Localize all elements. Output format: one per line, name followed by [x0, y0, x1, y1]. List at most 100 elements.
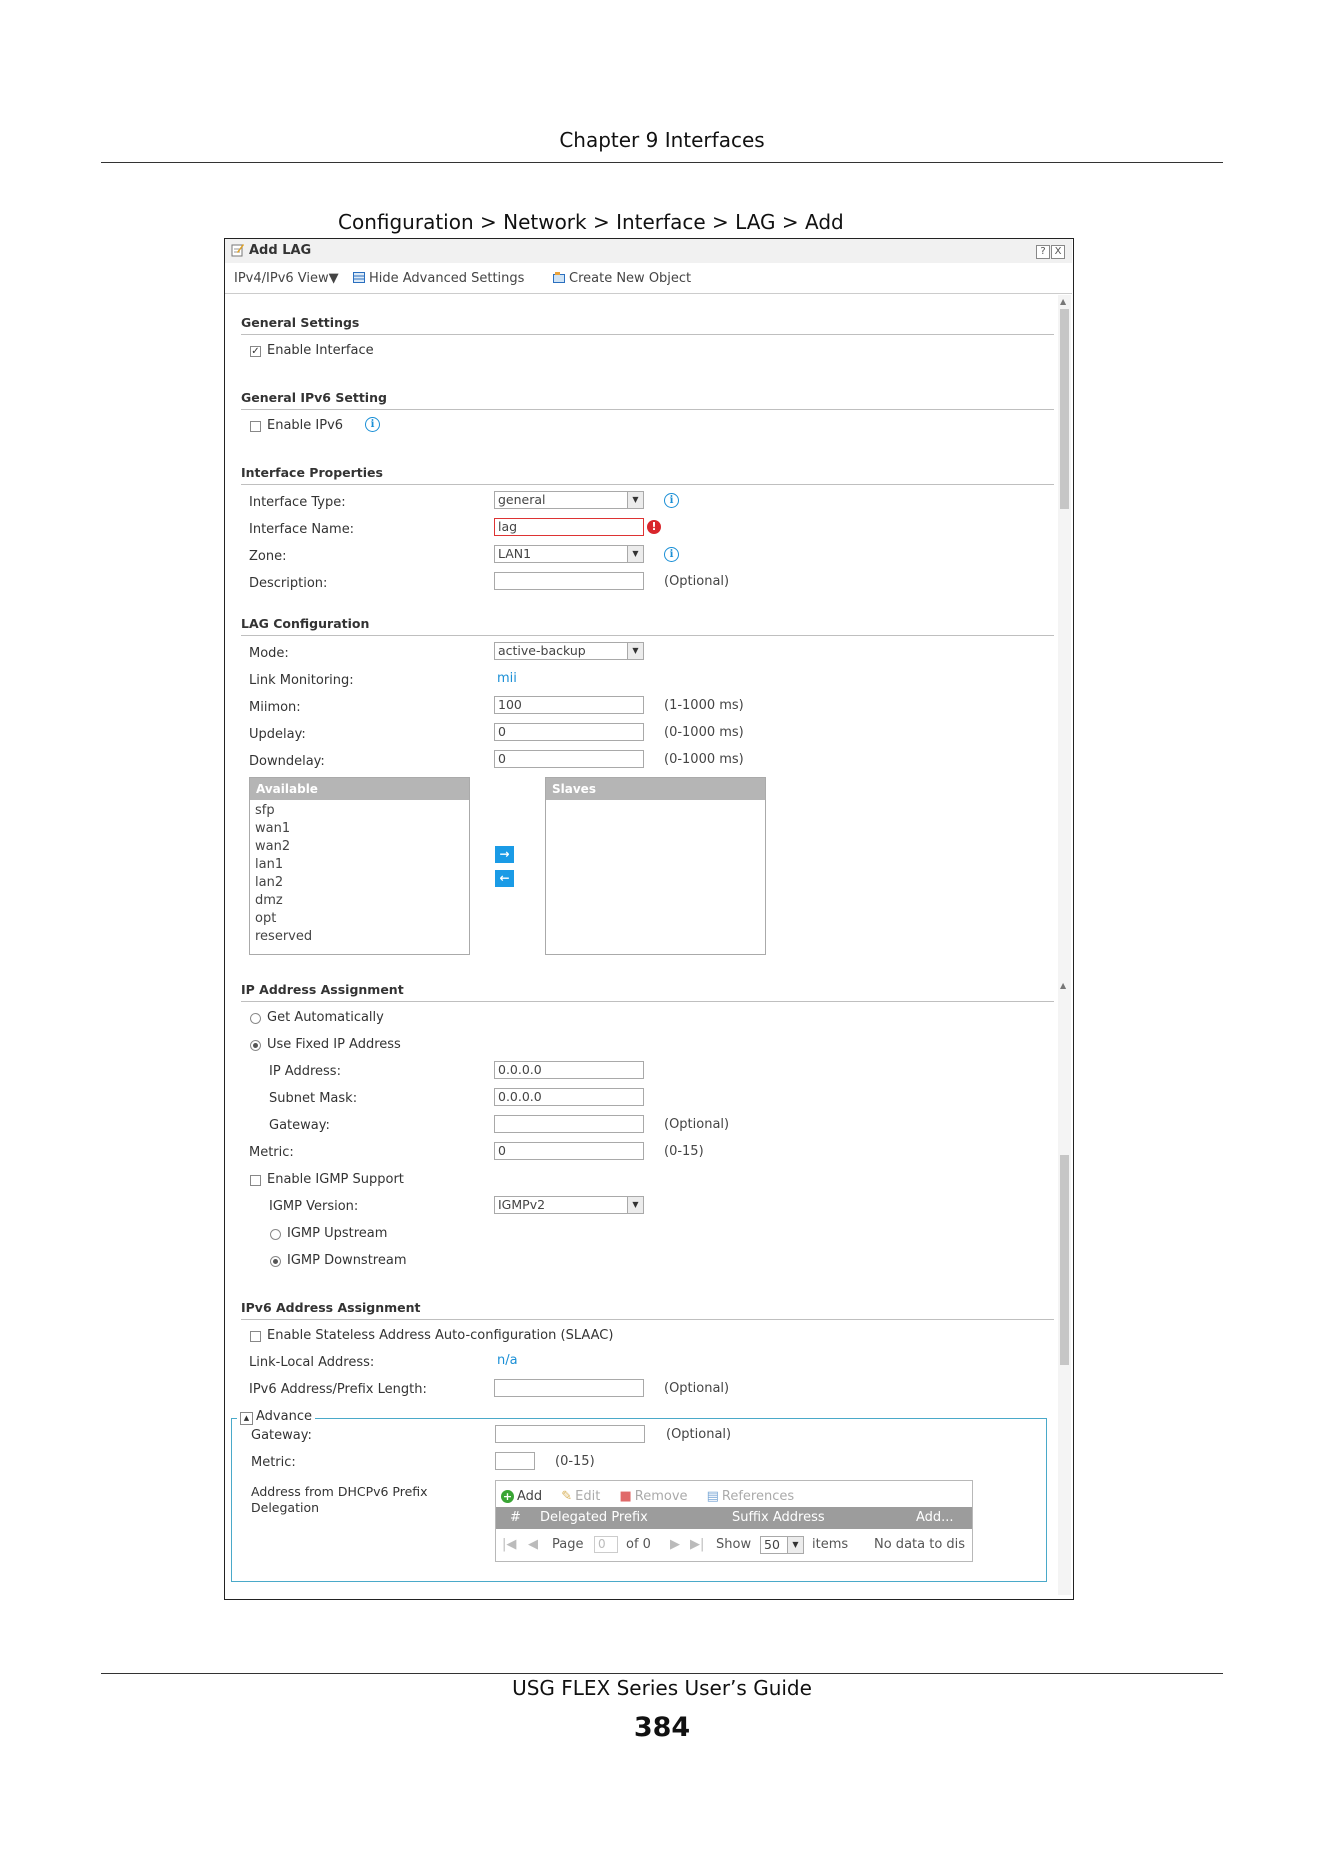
figure-caption: Configuration > Network > Interface > LA… — [338, 210, 844, 234]
page-size-value: 50 — [764, 1537, 780, 1552]
igmp-upstream-radio[interactable] — [270, 1229, 281, 1240]
view-menu[interactable]: IPv4/IPv6 View▼ — [234, 271, 339, 286]
get-automatically-radio[interactable] — [250, 1013, 261, 1024]
dialog-titlebar: Add LAG ? X — [225, 239, 1072, 263]
move-right-button[interactable]: → — [495, 846, 514, 863]
grid-references-button[interactable]: ▤ References — [707, 1489, 795, 1504]
advance-gateway-optional-note: (Optional) — [666, 1427, 732, 1442]
list-item[interactable]: lan2 — [255, 874, 312, 892]
slaves-list-header: Slaves — [546, 778, 765, 800]
section-divider — [241, 1001, 1054, 1002]
help-button[interactable]: ? — [1036, 245, 1050, 259]
info-icon[interactable]: i — [365, 417, 380, 432]
ipv6-prefix-optional-note: (Optional) — [664, 1381, 730, 1396]
scroll-thumb-bottom[interactable] — [1060, 1155, 1069, 1365]
interface-name-input[interactable]: lag — [494, 518, 644, 536]
mode-select[interactable]: active-backup ▼ — [494, 642, 644, 660]
grid-col-add[interactable]: Add... — [916, 1507, 954, 1529]
advance-metric-input[interactable] — [495, 1452, 535, 1470]
scroll-thumb-top[interactable] — [1060, 309, 1069, 509]
grid-remove-button[interactable]: ■ Remove — [619, 1489, 687, 1504]
close-button[interactable]: X — [1051, 245, 1065, 259]
igmp-version-value: IGMPv2 — [498, 1197, 546, 1212]
zone-select[interactable]: LAN1 ▼ — [494, 545, 644, 563]
slaves-list[interactable]: Slaves — [545, 777, 766, 955]
ipv6-prefix-input[interactable] — [494, 1379, 644, 1397]
subnet-mask-input[interactable]: 0.0.0.0 — [494, 1088, 644, 1106]
advance-gateway-label: Gateway: — [251, 1428, 312, 1443]
chapter-header: Chapter 9 Interfaces — [559, 128, 765, 152]
grid-edit-button[interactable]: ✎ Edit — [561, 1489, 600, 1504]
downdelay-range: (0-1000 ms) — [664, 752, 744, 767]
list-item[interactable]: opt — [255, 910, 312, 928]
header-rule — [101, 162, 1223, 163]
subnet-mask-label: Subnet Mask: — [269, 1091, 358, 1106]
list-item[interactable]: sfp — [255, 802, 312, 820]
general-ipv6-heading: General IPv6 Setting — [241, 390, 387, 405]
igmp-version-select[interactable]: IGMPv2 ▼ — [494, 1196, 644, 1214]
grid-edit-label: Edit — [575, 1489, 601, 1504]
gateway-label: Gateway: — [269, 1118, 330, 1133]
scroll-split-arrow[interactable]: ▲ — [1060, 981, 1066, 990]
advance-legend[interactable]: ▲ Advance — [237, 1409, 315, 1425]
enable-interface-checkbox[interactable]: ✓ — [250, 346, 261, 357]
enable-ipv6-checkbox[interactable] — [250, 421, 261, 432]
use-fixed-ip-radio[interactable] — [250, 1040, 261, 1051]
ip-assignment-heading: IP Address Assignment — [241, 982, 404, 997]
updelay-input[interactable]: 0 — [494, 723, 644, 741]
zone-label: Zone: — [249, 549, 287, 564]
interface-type-value: general — [498, 492, 546, 507]
grid-add-button[interactable]: + Add — [501, 1489, 542, 1504]
grid-toolbar: + Add ✎ Edit ■ Remove ▤ References — [501, 1485, 795, 1504]
description-input[interactable] — [494, 572, 644, 590]
page-input[interactable]: 0 — [594, 1536, 618, 1553]
last-page-icon[interactable]: ▶| — [690, 1537, 704, 1552]
hide-advanced-button[interactable]: Hide Advanced Settings — [353, 271, 524, 286]
move-left-button[interactable]: ← — [495, 870, 514, 887]
grid-col-number[interactable]: # — [510, 1507, 521, 1529]
interface-type-select[interactable]: general ▼ — [494, 491, 644, 509]
prev-page-icon[interactable]: ◀ — [528, 1537, 538, 1552]
miimon-input[interactable]: 100 — [494, 696, 644, 714]
dhcp-prefix-label-2: Delegation — [251, 1500, 320, 1515]
page-size-select[interactable]: 50 ▼ — [760, 1536, 804, 1554]
gateway-input[interactable] — [494, 1115, 644, 1133]
vertical-scrollbar[interactable]: ▲ ▲ — [1058, 295, 1071, 1595]
section-divider — [241, 409, 1054, 410]
available-list[interactable]: Available sfp wan1 wan2 lan1 lan2 dmz op… — [249, 777, 470, 955]
list-item[interactable]: wan2 — [255, 838, 312, 856]
list-item[interactable]: dmz — [255, 892, 312, 910]
grid-col-delegated-prefix[interactable]: Delegated Prefix — [540, 1507, 648, 1529]
grid-col-suffix-address[interactable]: Suffix Address — [732, 1507, 825, 1529]
section-divider — [241, 334, 1054, 335]
info-icon[interactable]: i — [664, 547, 679, 562]
info-icon[interactable]: i — [664, 493, 679, 508]
slaac-checkbox[interactable] — [250, 1331, 261, 1342]
page-number: 384 — [633, 1712, 691, 1743]
metric-input[interactable]: 0 — [494, 1142, 644, 1160]
next-page-icon[interactable]: ▶ — [670, 1537, 680, 1552]
list-item[interactable]: wan1 — [255, 820, 312, 838]
create-object-label: Create New Object — [569, 271, 692, 286]
section-divider — [241, 635, 1054, 636]
chevron-down-icon: ▼ — [627, 546, 643, 562]
first-page-icon[interactable]: |◀ — [502, 1537, 516, 1552]
advance-gateway-input[interactable] — [495, 1425, 645, 1443]
ip-address-input[interactable]: 0.0.0.0 — [494, 1061, 644, 1079]
list-item[interactable]: reserved — [255, 928, 312, 946]
mode-value: active-backup — [498, 643, 586, 658]
igmp-downstream-radio[interactable] — [270, 1256, 281, 1267]
edit-note-icon — [231, 244, 244, 257]
optional-note: (Optional) — [664, 574, 730, 589]
enable-igmp-checkbox[interactable] — [250, 1175, 261, 1186]
create-object-button[interactable]: Create New Object — [553, 271, 691, 286]
downdelay-input[interactable]: 0 — [494, 750, 644, 768]
chevron-down-icon: ▼ — [627, 492, 643, 508]
grid-remove-label: Remove — [634, 1489, 688, 1504]
list-item[interactable]: lan1 — [255, 856, 312, 874]
new-object-icon — [553, 272, 565, 283]
mode-label: Mode: — [249, 646, 289, 661]
table-icon — [353, 272, 365, 283]
ipv6-assignment-heading: IPv6 Address Assignment — [241, 1300, 421, 1315]
scroll-up-arrow[interactable]: ▲ — [1060, 297, 1066, 306]
